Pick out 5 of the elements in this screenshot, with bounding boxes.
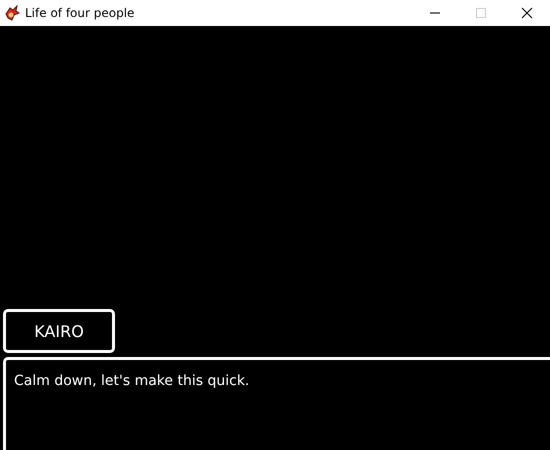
app-icon [4,5,20,21]
window-title: Life of four people [25,6,134,20]
close-icon[interactable] [521,7,533,19]
speaker-name: KAIRO [3,309,115,353]
dialogue-text: Calm down, let's make this quick. [14,373,250,389]
